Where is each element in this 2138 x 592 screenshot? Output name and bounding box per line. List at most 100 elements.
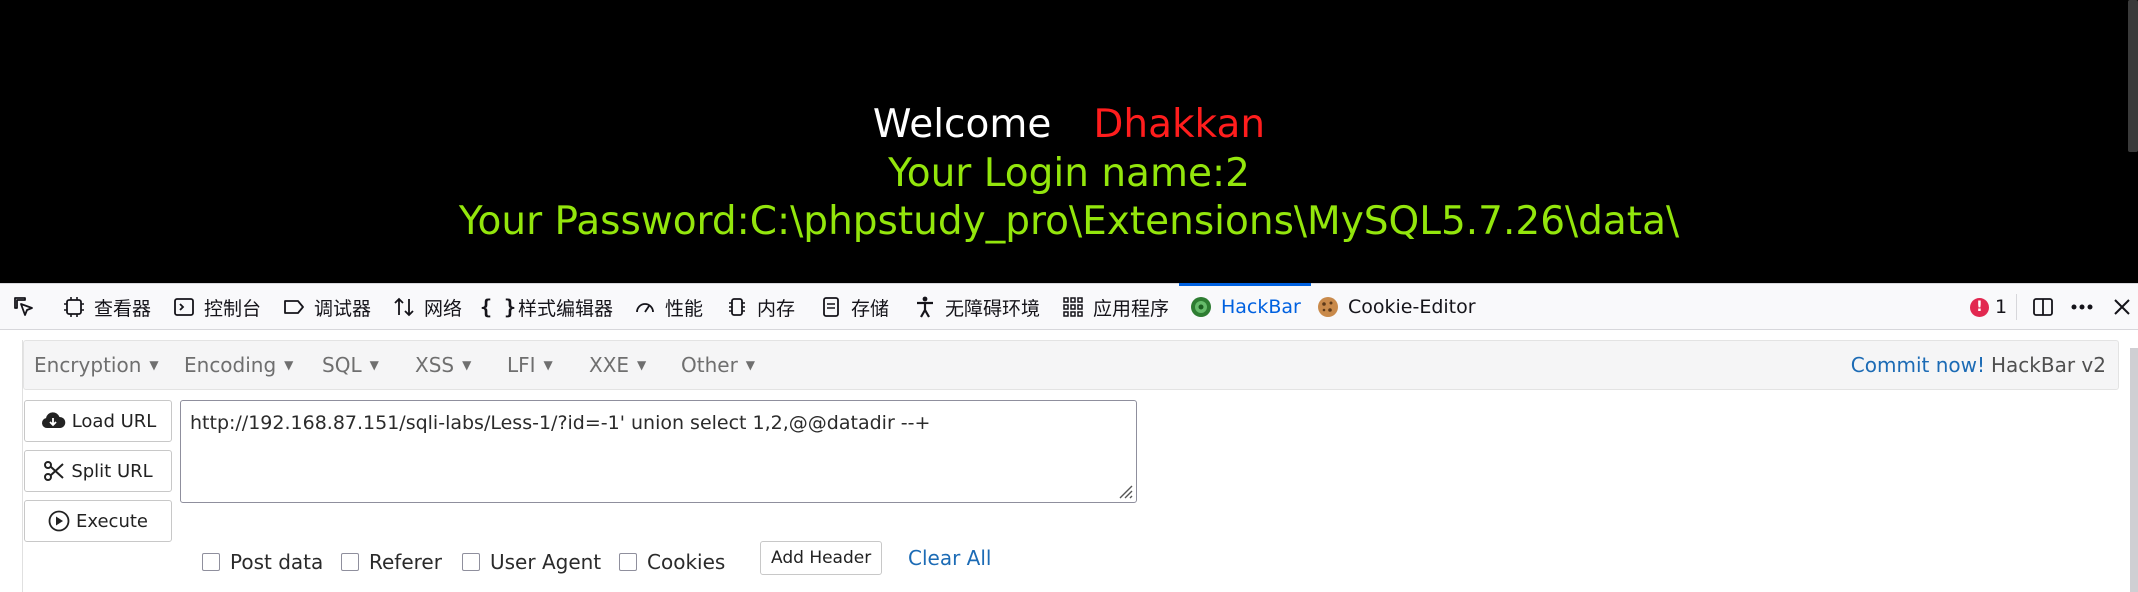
tab-label: 调试器: [314, 297, 372, 320]
close-devtools-button[interactable]: [2108, 284, 2136, 330]
user-agent-option[interactable]: User Agent: [462, 545, 601, 579]
tab-label: 无障碍环境: [945, 297, 1041, 320]
execute-button[interactable]: Execute: [24, 500, 172, 542]
menu-label: XSS: [415, 353, 455, 377]
welcome-text: Welcome: [872, 102, 1052, 147]
menu-sql[interactable]: SQL ▼: [322, 341, 379, 389]
post-data-option[interactable]: Post data: [202, 545, 323, 579]
more-options-button[interactable]: [2068, 284, 2096, 330]
hackbar-version: HackBar v2: [1991, 353, 2106, 377]
tab-application[interactable]: 应用程序: [1061, 284, 1169, 330]
execute-label: Execute: [76, 510, 148, 532]
tab-label: 内存: [757, 297, 796, 320]
tab-debugger[interactable]: 调试器: [282, 284, 371, 330]
referer-checkbox[interactable]: [341, 553, 359, 571]
style-editor-icon: { }: [479, 295, 517, 319]
tab-storage[interactable]: 存储: [819, 284, 889, 330]
tab-style-editor[interactable]: { } 样式编辑器: [479, 284, 614, 330]
toolbar-divider: [2016, 294, 2017, 320]
storage-icon: [819, 295, 843, 319]
menu-lfi[interactable]: LFI ▼: [507, 341, 553, 389]
dock-side-icon: [2033, 298, 2053, 316]
menu-label: Encryption: [34, 353, 142, 377]
commit-now-link[interactable]: Commit now!: [1851, 353, 1985, 377]
menu-encryption[interactable]: Encryption ▼: [34, 341, 159, 389]
login-name-text: Your Login name:2: [888, 151, 1250, 196]
menu-encoding[interactable]: Encoding ▼: [184, 341, 293, 389]
tab-label: 样式编辑器: [518, 297, 614, 320]
menu-label: Other: [681, 353, 738, 377]
tab-accessibility[interactable]: 无障碍环境: [913, 284, 1040, 330]
error-count: 1: [1995, 296, 2008, 318]
tab-inspector[interactable]: 查看器: [62, 284, 151, 330]
tab-label: 控制台: [204, 297, 262, 320]
tab-network[interactable]: 网络: [392, 284, 462, 330]
devtools-scrollbar[interactable]: [2130, 348, 2138, 592]
tab-hackbar[interactable]: HackBar: [1179, 283, 1311, 330]
tab-cookie-editor[interactable]: Cookie-Editor: [1316, 284, 1476, 330]
more-options-icon: [2071, 304, 2093, 310]
commit-area: Commit now! HackBar v2: [1851, 341, 2106, 389]
cookies-label: Cookies: [647, 550, 726, 574]
tab-memory[interactable]: 内存: [725, 284, 795, 330]
password-text: Your Password:C:\phpstudy_pro\Extensions…: [458, 199, 1680, 244]
post-data-checkbox[interactable]: [202, 553, 220, 571]
split-url-label: Split URL: [71, 460, 153, 482]
menu-label: Encoding: [184, 353, 277, 377]
memory-icon: [725, 295, 749, 319]
referer-label: Referer: [369, 550, 442, 574]
chevron-down-icon: ▼: [543, 358, 553, 372]
chevron-down-icon: ▼: [369, 358, 379, 372]
tab-label: Cookie-Editor: [1348, 296, 1476, 318]
url-value: http://192.168.87.151/sqli-labs/Less-1/?…: [190, 412, 931, 434]
cookie-icon: [1316, 295, 1340, 319]
page-content: Welcome Dhakkan Your Login name:2 Your Pa…: [0, 0, 2138, 283]
chevron-down-icon: ▼: [149, 358, 159, 372]
load-url-label: Load URL: [71, 410, 157, 432]
cloud-download-icon: [40, 410, 66, 432]
network-icon: [392, 295, 416, 319]
cookies-checkbox[interactable]: [619, 553, 637, 571]
menu-xxe[interactable]: XXE ▼: [589, 341, 646, 389]
chevron-down-icon: ▼: [462, 358, 472, 372]
inspector-icon: [62, 295, 86, 319]
error-count-badge[interactable]: ! 1: [1970, 284, 2007, 330]
tab-console[interactable]: 控制台: [172, 284, 261, 330]
url-textarea[interactable]: http://192.168.87.151/sqli-labs/Less-1/?…: [180, 400, 1137, 503]
split-url-button[interactable]: Split URL: [24, 450, 172, 492]
resize-handle-icon[interactable]: [1114, 480, 1134, 500]
tab-label: 存储: [851, 297, 890, 320]
user-agent-checkbox[interactable]: [462, 553, 480, 571]
load-url-button[interactable]: Load URL: [24, 400, 172, 442]
hackbar-icon: [1189, 295, 1213, 319]
menu-other[interactable]: Other ▼: [681, 341, 755, 389]
accessibility-icon: [913, 295, 937, 319]
referer-option[interactable]: Referer: [341, 545, 442, 579]
clear-all-link[interactable]: Clear All: [908, 541, 991, 575]
chevron-down-icon: ▼: [637, 358, 647, 372]
page-scrollbar[interactable]: [2128, 0, 2138, 152]
tab-label: 性能: [665, 297, 704, 320]
user-name-text: Dhakkan: [1093, 102, 1266, 147]
user-agent-label: User Agent: [490, 550, 602, 574]
post-data-label: Post data: [230, 550, 324, 574]
play-icon: [48, 510, 70, 532]
menu-xss[interactable]: XSS ▼: [415, 341, 471, 389]
tab-label: 查看器: [94, 297, 152, 320]
element-picker-button[interactable]: [12, 284, 44, 330]
add-header-button[interactable]: Add Header: [760, 541, 883, 575]
error-icon: !: [1970, 297, 1989, 317]
tab-performance[interactable]: 性能: [633, 284, 703, 330]
element-picker-icon: [12, 295, 36, 319]
menu-label: LFI: [507, 353, 536, 377]
chevron-down-icon: ▼: [745, 358, 756, 372]
application-icon: [1061, 295, 1085, 319]
dock-side-button[interactable]: [2029, 284, 2057, 330]
devtools-panel: 查看器 控制台 调试器 网络 { } 样式编辑器 性能 内存 存储 无障碍环境 …: [0, 283, 2138, 592]
welcome-line: Welcome Dhakkan: [0, 100, 2138, 150]
performance-icon: [633, 295, 657, 319]
cookies-option[interactable]: Cookies: [619, 545, 725, 579]
tab-label: 应用程序: [1093, 297, 1170, 320]
tab-label: 网络: [424, 297, 463, 320]
chevron-down-icon: ▼: [284, 358, 294, 372]
